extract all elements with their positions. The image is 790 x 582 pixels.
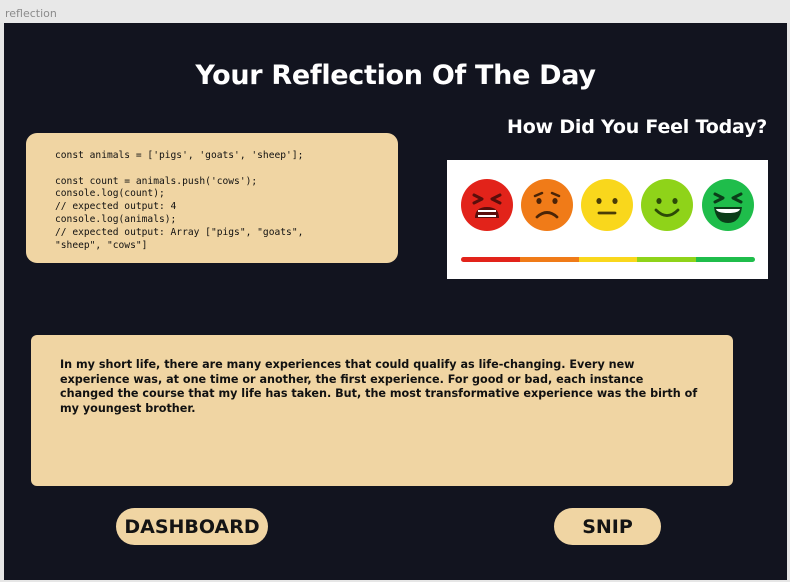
mood-heading: How Did You Feel Today?: [507, 116, 768, 138]
snip-button[interactable]: SNIP: [554, 508, 661, 545]
neutral-face-icon: [581, 179, 633, 231]
window-title: reflection: [5, 7, 57, 20]
mood-option-ecstatic[interactable]: [701, 178, 755, 232]
dashboard-button[interactable]: DASHBOARD: [116, 508, 268, 545]
mood-selector: [447, 160, 768, 279]
mood-bar-segment: [637, 257, 697, 262]
reflection-textarea[interactable]: In my short life, there are many experie…: [31, 335, 733, 486]
mood-option-neutral[interactable]: [580, 178, 634, 232]
sad-face-icon: [521, 179, 573, 231]
mood-bar-segment: [519, 257, 579, 262]
mood-option-sad[interactable]: [520, 178, 574, 232]
window-titlebar: reflection: [0, 0, 790, 23]
mood-option-furious[interactable]: [460, 178, 514, 232]
mood-scale-bar: [461, 257, 755, 262]
furious-face-icon: [461, 179, 513, 231]
smiling-face-icon: [641, 179, 693, 231]
app-canvas: Your Reflection Of The Day How Did You F…: [4, 23, 787, 580]
mood-option-happy[interactable]: [640, 178, 694, 232]
code-snippet: const animals = ['pigs', 'goats', 'sheep…: [55, 150, 304, 251]
page-title: Your Reflection Of The Day: [195, 60, 596, 91]
mood-bar-segment: [696, 257, 755, 262]
code-snippet-card: const animals = ['pigs', 'goats', 'sheep…: [26, 133, 398, 263]
laughing-face-icon: [702, 179, 754, 231]
mood-bar-segment: [578, 257, 638, 262]
mood-bar-segment: [461, 257, 520, 262]
reflection-text: In my short life, there are many experie…: [60, 358, 698, 415]
